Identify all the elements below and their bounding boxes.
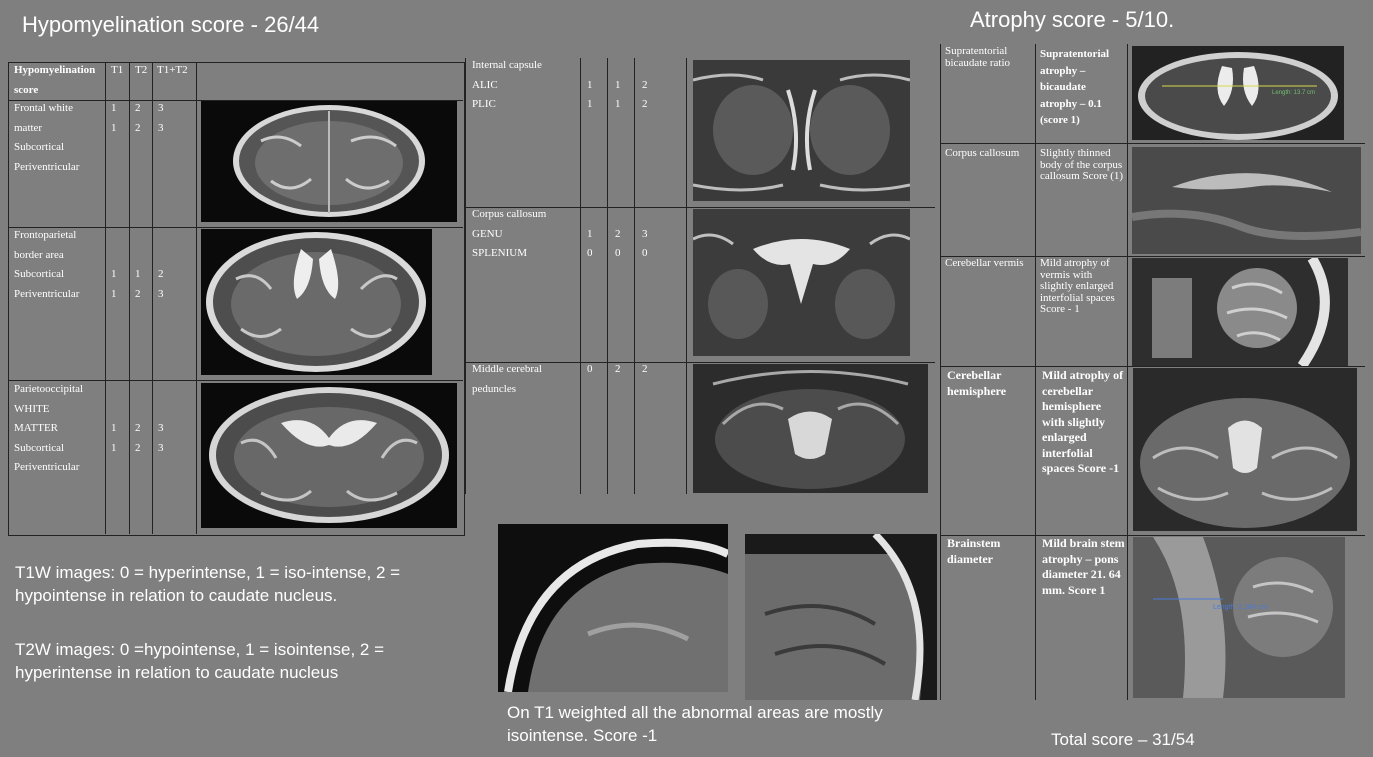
axial-mri-cerebellar-hemisphere-image — [1133, 368, 1357, 531]
row-middle-cerebral-peduncles-t2: 2 — [615, 363, 621, 375]
svg-text:Length: 13.7 cm: Length: 13.7 cm — [1272, 90, 1315, 96]
row-brainstem-label: Brainstem diameter — [947, 536, 1001, 566]
axial-mri-frontal-image — [201, 101, 457, 222]
row-corpus-callosum-t1t2: 30 — [642, 227, 648, 260]
row-corpus-callosum-t2: 20 — [615, 227, 621, 260]
row-parietooccipital-t1t2: 33 — [158, 422, 164, 454]
header-t1t2: T1+T2 — [157, 64, 188, 76]
row-frontal-t1t2: 33 — [158, 102, 164, 134]
row-corpus-callosum-t1: 10 — [587, 227, 593, 260]
row-frontoparietal-t1t2: 23 — [158, 268, 164, 300]
row-corpus-callosum-label: Corpus callosum GENU SPLENIUM — [472, 208, 547, 259]
row-parietooccipital-t1: 11 — [111, 422, 117, 454]
row-internal-capsule-label: Internal capsule ALIC PLIC — [472, 59, 542, 110]
axial-mri-parietooccipital-image — [201, 383, 457, 528]
row-internal-capsule-t1t2: 22 — [642, 78, 648, 111]
row-frontal-t1: 11 — [111, 102, 117, 134]
row-cerebellar-hemisphere-desc: Mild atrophy of cerebellar hemisphere wi… — [1042, 368, 1124, 475]
header-t2: T2 — [135, 64, 148, 76]
sagittal-mri-corpus-callosum-image — [1132, 147, 1361, 254]
t2w-legend-note: T2W images: 0 =hypointense, 1 = isointen… — [15, 640, 385, 682]
axial-mri-corpus-callosum-image — [693, 209, 910, 356]
svg-text:Length: 2.164 cm: Length: 2.164 cm — [1213, 604, 1267, 611]
row-internal-capsule-t2: 11 — [615, 78, 621, 111]
row-frontoparietal-t1: 11 — [111, 268, 117, 300]
t1w-legend-note: T1W images: 0 = hyperintense, 1 = iso-in… — [15, 563, 401, 605]
row-internal-capsule-t1: 11 — [587, 78, 593, 111]
atrophy-title: Atrophy score - 5/10. — [970, 7, 1175, 32]
row-corpus-callosum-atrophy-label: Corpus callosum — [945, 147, 1020, 159]
sagittal-t1-mri-image-2 — [745, 534, 937, 700]
row-bicaudate-desc: Supratentorial atrophy – bicaudate atrop… — [1040, 48, 1110, 126]
row-frontoparietal-label: Frontoparietal border area Subcortical Peri… — [14, 229, 80, 300]
row-middle-cerebral-peduncles-t1t2: 2 — [642, 363, 648, 375]
total-score: Total score – 31/54 — [1051, 730, 1195, 749]
row-parietooccipital-label: Parietooccipital WHITE MATTER Subcortical Pe… — [14, 383, 84, 473]
axial-mri-frontoparietal-image — [201, 229, 432, 375]
row-cerebellar-vermis-label: Cerebellar vermis — [945, 257, 1024, 269]
row-bicaudate-label: Supratentorial bicaudate ratio — [945, 45, 1011, 69]
sagittal-mri-brainstem-image: Length: 2.164 cm — [1133, 537, 1345, 698]
row-frontal-label: Frontal white matter Subcortical Periventri… — [14, 102, 80, 173]
sagittal-mri-cerebellar-vermis-image — [1132, 258, 1348, 366]
row-parietooccipital-t2: 22 — [135, 422, 141, 454]
row-corpus-callosum-atrophy-desc: Slightly thinned body of the corpus call… — [1040, 147, 1124, 182]
axial-mri-middle-cerebral-peduncles-image — [693, 364, 928, 493]
row-cerebellar-vermis-desc: Mild atrophy of vermis with slightly enl… — [1040, 257, 1115, 315]
row-middle-cerebral-peduncles-t1: 0 — [587, 363, 593, 375]
axial-mri-bicaudate-image: Length: 13.7 cm — [1132, 46, 1344, 140]
row-cerebellar-hemisphere-label: Cerebellar hemisphere — [947, 368, 1007, 398]
t1-weighted-score-note: On T1 weighted all the abnormal areas ar… — [507, 703, 883, 745]
axial-mri-internal-capsule-image — [693, 60, 910, 201]
hypomyelination-title: Hypomyelination score - 26/44 — [22, 12, 320, 37]
header-hypomyelination-score: Hypomyelination score — [14, 64, 96, 96]
row-frontal-t2: 22 — [135, 102, 141, 134]
header-t1: T1 — [111, 64, 124, 76]
row-middle-cerebral-peduncles-label: Middle cerebral peduncles — [472, 363, 542, 395]
row-frontoparietal-t2: 12 — [135, 268, 141, 300]
row-brainstem-desc: Mild brain stem atrophy – pons diameter … — [1042, 536, 1125, 597]
sagittal-t1-mri-image-1 — [498, 524, 728, 692]
